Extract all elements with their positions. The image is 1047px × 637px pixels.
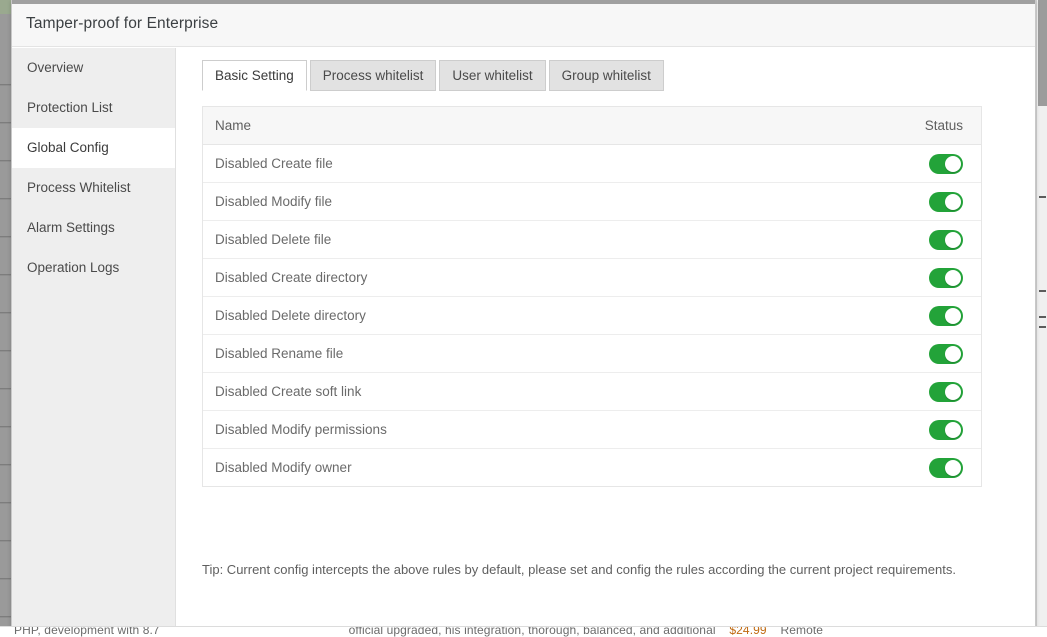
toggle-disabled-create-directory[interactable]	[929, 268, 963, 288]
column-header-name: Name	[215, 118, 925, 133]
background-bottom-text: PHP, development with 8.7 official upgra…	[14, 626, 823, 637]
rule-status-cell	[919, 192, 963, 212]
toggle-disabled-modify-owner[interactable]	[929, 458, 963, 478]
sidebar-item-global-config[interactable]: Global Config	[12, 128, 175, 168]
page-title: Tamper-proof for Enterprise	[26, 15, 218, 33]
scrollbar-marker	[1039, 290, 1046, 292]
tab-label: User whitelist	[452, 68, 532, 83]
toggle-knob	[945, 308, 961, 324]
sidebar: Overview Protection List Global Config P…	[12, 48, 176, 632]
page-scrollbar-thumb[interactable]	[1038, 0, 1047, 106]
toggle-knob	[945, 270, 961, 286]
content-pane: Basic Setting Process whitelist User whi…	[177, 48, 1036, 632]
toggle-disabled-create-file[interactable]	[929, 154, 963, 174]
table-row: Disabled Create file	[203, 145, 981, 183]
table-row: Disabled Rename file	[203, 335, 981, 373]
rule-name: Disabled Delete directory	[215, 308, 919, 323]
toggle-knob	[945, 232, 961, 248]
rule-status-cell	[919, 306, 963, 326]
rule-name: Disabled Modify owner	[215, 460, 919, 475]
table-header-row: Name Status	[203, 107, 981, 145]
tamper-proof-dialog: Tamper-proof for Enterprise Overview Pro…	[11, 0, 1036, 632]
sidebar-item-overview[interactable]: Overview	[12, 48, 175, 88]
rule-name: Disabled Modify file	[215, 194, 919, 209]
dialog-header: Tamper-proof for Enterprise	[12, 4, 1036, 47]
toggle-disabled-rename-file[interactable]	[929, 344, 963, 364]
rule-status-cell	[919, 382, 963, 402]
tab-user-whitelist[interactable]: User whitelist	[439, 60, 545, 91]
tab-label: Process whitelist	[323, 68, 424, 83]
sidebar-item-label: Protection List	[27, 100, 113, 115]
sidebar-item-protection-list[interactable]: Protection List	[12, 88, 175, 128]
page-scrollbar[interactable]	[1036, 0, 1047, 637]
page-root: Tamper-proof for Enterprise Overview Pro…	[0, 0, 1047, 637]
toggle-knob	[945, 422, 961, 438]
table-row: Disabled Create soft link	[203, 373, 981, 411]
table-row: Disabled Modify permissions	[203, 411, 981, 449]
rule-name: Disabled Create file	[215, 156, 919, 171]
sidebar-item-label: Operation Logs	[27, 260, 119, 275]
rule-status-cell	[919, 154, 963, 174]
toggle-knob	[945, 384, 961, 400]
rule-status-cell	[919, 230, 963, 250]
scrollbar-marker	[1039, 326, 1046, 328]
toggle-disabled-delete-directory[interactable]	[929, 306, 963, 326]
sidebar-item-alarm-settings[interactable]: Alarm Settings	[12, 208, 175, 248]
dialog-body: Overview Protection List Global Config P…	[12, 48, 1036, 632]
rule-status-cell	[919, 420, 963, 440]
toggle-knob	[945, 346, 961, 362]
sidebar-item-label: Process Whitelist	[27, 180, 131, 195]
tab-basic-setting[interactable]: Basic Setting	[202, 60, 307, 91]
rule-name: Disabled Create directory	[215, 270, 919, 285]
rule-status-cell	[919, 344, 963, 364]
rule-name: Disabled Create soft link	[215, 384, 919, 399]
tab-process-whitelist[interactable]: Process whitelist	[310, 60, 437, 91]
table-row: Disabled Delete directory	[203, 297, 981, 335]
sidebar-item-operation-logs[interactable]: Operation Logs	[12, 248, 175, 288]
toggle-disabled-create-soft-link[interactable]	[929, 382, 963, 402]
tab-label: Basic Setting	[215, 68, 294, 83]
rule-name: Disabled Delete file	[215, 232, 919, 247]
table-row: Disabled Modify owner	[203, 449, 981, 487]
tip-text: Tip: Current config intercepts the above…	[202, 562, 956, 577]
toggle-disabled-delete-file[interactable]	[929, 230, 963, 250]
rules-table: Name Status Disabled Create file Disable…	[202, 106, 982, 487]
toggle-knob	[945, 460, 961, 476]
sidebar-item-label: Overview	[27, 60, 83, 75]
sidebar-item-label: Alarm Settings	[27, 220, 115, 235]
toggle-knob	[945, 194, 961, 210]
tab-strip: Basic Setting Process whitelist User whi…	[202, 59, 667, 91]
rule-status-cell	[919, 458, 963, 478]
table-row: Disabled Modify file	[203, 183, 981, 221]
column-header-status: Status	[925, 118, 963, 133]
rule-name: Disabled Rename file	[215, 346, 919, 361]
toggle-disabled-modify-file[interactable]	[929, 192, 963, 212]
table-row: Disabled Delete file	[203, 221, 981, 259]
scrollbar-marker	[1039, 316, 1046, 318]
rule-name: Disabled Modify permissions	[215, 422, 919, 437]
table-row: Disabled Create directory	[203, 259, 981, 297]
scrollbar-marker	[1039, 196, 1046, 198]
rule-status-cell	[919, 268, 963, 288]
sidebar-item-label: Global Config	[27, 140, 109, 155]
background-bottom-line: PHP, development with 8.7 official upgra…	[0, 626, 1047, 637]
tab-group-whitelist[interactable]: Group whitelist	[549, 60, 664, 91]
sidebar-item-process-whitelist[interactable]: Process Whitelist	[12, 168, 175, 208]
toggle-disabled-modify-permissions[interactable]	[929, 420, 963, 440]
toggle-knob	[945, 156, 961, 172]
tab-label: Group whitelist	[562, 68, 651, 83]
